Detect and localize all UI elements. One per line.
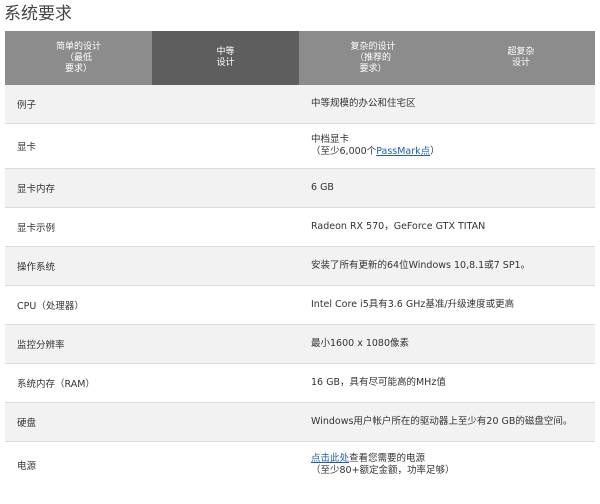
design-level-tabs: 简单的设计 （最低 要求） 中等 设计 复杂的设计 （推荐的 要求） 超复杂 设… [5,31,595,85]
tab-super-complex-design[interactable]: 超复杂 设计 [447,31,595,85]
table-row: 操作系统 安装了所有更新的64位Windows 10,8.1或7 SP1。 [5,247,595,286]
value-line: 点击此处查看您需要的电源 [311,453,595,465]
value-line: （至少6,000个PassMark点） [311,146,595,158]
tab-complex-design[interactable]: 复杂的设计 （推荐的 要求） [299,31,447,85]
row-value: 6 GB [311,182,334,193]
table-row: 电源 点击此处查看您需要的电源 （至少80+额定金额，功率足够） [5,442,595,487]
value-text: （至少6,000个 [311,146,377,157]
requirements-table: 例子 中等规模的办公和住宅区 显卡 中档显卡 （至少6,000个PassMark… [5,85,595,487]
row-value: 中档显卡 （至少6,000个PassMark点） [311,134,595,158]
tab-label: 复杂的设计 （推荐的 要求） [350,41,396,74]
row-label: 电源 [17,460,37,472]
value-line: 中档显卡 [311,134,350,145]
table-row: 系统内存（RAM） 16 GB，具有尽可能高的MHz值 [5,364,595,403]
tab-medium-design[interactable]: 中等 设计 [152,31,299,85]
row-value: 中等规模的办公和住宅区 [311,98,416,109]
tab-label: 简单的设计 （最低 要求） [55,41,101,74]
row-label: 硬盘 [17,418,37,429]
value-text: ） [430,146,440,157]
table-row: CPU（处理器） Intel Core i5具有3.6 GHz基准/升级速度或更… [5,286,595,325]
row-value: 16 GB，具有尽可能高的MHz值 [311,377,446,388]
row-value: Windows用户帐户所在的驱动器上至少有20 GB的磁盘空间。 [311,416,573,427]
table-row: 显卡 中档显卡 （至少6,000个PassMark点） [5,124,595,169]
row-value: 点击此处查看您需要的电源 （至少80+额定金额，功率足够） [311,453,595,477]
row-value: Intel Core i5具有3.6 GHz基准/升级速度或更高 [311,299,515,310]
table-row: 显卡示例 Radeon RX 570，GeForce GTX TITAN [5,208,595,247]
value-text: 查看您需要的电源 [349,452,426,464]
row-label: 显卡 [17,142,37,153]
table-row: 监控分辨率 最小1600 x 1080像素 [5,325,595,364]
tab-label: 中等 设计 [216,47,235,68]
value-line: （至少80+额定金额，功率足够） [311,464,455,476]
row-label: 显卡示例 [17,223,56,234]
row-value: 安装了所有更新的64位Windows 10,8.1或7 SP1。 [311,260,531,271]
passmark-link[interactable]: PassMark点 [376,146,430,157]
row-label: 系统内存（RAM） [17,379,95,390]
page-title: 系统要求 [4,4,72,24]
row-label: 监控分辨率 [17,340,65,351]
row-value: 最小1600 x 1080像素 [311,338,410,349]
table-row: 显卡内存 6 GB [5,169,595,208]
click-here-link[interactable]: 点击此处 [311,453,349,464]
row-label: 操作系统 [17,262,56,273]
tab-label: 超复杂 设计 [507,47,535,68]
row-value: Radeon RX 570，GeForce GTX TITAN [311,221,486,232]
row-label: 显卡内存 [17,184,56,195]
table-row: 例子 中等规模的办公和住宅区 [5,85,595,124]
row-label: 例子 [17,100,37,111]
tab-simple-design[interactable]: 简单的设计 （最低 要求） [5,31,152,85]
row-label: CPU（处理器） [17,301,84,312]
table-row: 硬盘 Windows用户帐户所在的驱动器上至少有20 GB的磁盘空间。 [5,403,595,442]
